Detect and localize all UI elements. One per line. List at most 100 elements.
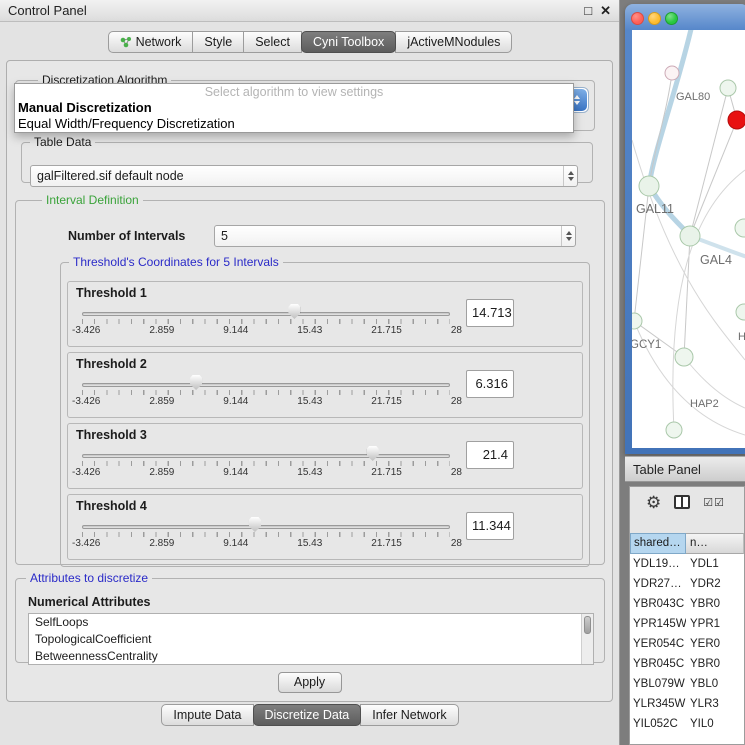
slider-thumb[interactable] [249, 517, 261, 532]
tab-select[interactable]: Select [243, 31, 302, 53]
threshold-value-box[interactable]: 11.344 [466, 512, 514, 540]
table-data-group: Table Data galFiltered.sif default node [21, 135, 593, 183]
table-cell: YLR345W [630, 694, 686, 714]
tab-label: Select [255, 32, 290, 52]
scale-tick-label: 15.43 [297, 538, 322, 549]
node-label: GAL80 [676, 91, 710, 103]
scale-tick-label: 28 [451, 538, 462, 549]
slider-thumb[interactable] [190, 375, 202, 390]
scale-tick-label: -3.426 [72, 396, 100, 407]
slider-ticks [82, 319, 450, 324]
tab-impute-data[interactable]: Impute Data [161, 704, 253, 726]
table-cell: YER0 [686, 634, 744, 654]
slider-ticks [82, 390, 450, 395]
network-view-window[interactable]: GAL80 GAL11 GAL4 GCY1 HAP2 H [625, 4, 745, 454]
table-toolbar: ⚙ ☑☑ [630, 487, 744, 517]
network-node[interactable] [632, 313, 642, 329]
table-cell: YLR3 [686, 694, 744, 714]
checkbox-icons[interactable]: ☑☑ [703, 496, 725, 509]
scale-tick-label: 2.859 [149, 325, 174, 336]
tab-style[interactable]: Style [192, 31, 244, 53]
table-row[interactable]: YLR345WYLR3 [630, 694, 744, 714]
tab-discretize-data[interactable]: Discretize Data [253, 704, 362, 726]
table-row[interactable]: YBL079WYBL0 [630, 674, 744, 694]
network-node[interactable] [666, 422, 682, 438]
slider-track [82, 312, 450, 316]
tab-label: Style [204, 32, 232, 52]
network-canvas[interactable]: GAL80 GAL11 GAL4 GCY1 HAP2 H [632, 30, 745, 448]
table-row[interactable]: YER054CYER0 [630, 634, 744, 654]
threshold-label: Threshold 1 [76, 286, 147, 300]
network-graph: GAL80 GAL11 GAL4 GCY1 HAP2 H [632, 30, 745, 448]
network-node[interactable] [735, 219, 745, 237]
scale-tick-label: 21.715 [371, 467, 402, 478]
network-node[interactable] [736, 304, 745, 320]
top-tab-bar: Network Style Select Cyni Toolbox jActiv… [0, 31, 620, 53]
gear-icon[interactable]: ⚙ [646, 494, 661, 511]
table-data-combobox[interactable]: galFiltered.sif default node [30, 165, 578, 187]
threshold-slider[interactable]: -3.4262.8599.14415.4321.71528 [82, 515, 450, 557]
slider-thumb[interactable] [367, 446, 379, 461]
slider-ticks [82, 461, 450, 466]
group-title: Attributes to discretize [26, 571, 152, 585]
tab-infer-network[interactable]: Infer Network [360, 704, 458, 726]
network-node[interactable] [720, 80, 736, 96]
table-row[interactable]: YDR27…YDR2 [630, 574, 744, 594]
threshold-value-box[interactable]: 6.316 [466, 370, 514, 398]
threshold-value-box[interactable]: 21.4 [466, 441, 514, 469]
column-header-name[interactable]: n… [686, 533, 744, 554]
threshold-block: Threshold 4-3.4262.8599.14415.4321.71528… [67, 494, 583, 560]
table-row[interactable]: YIL052CYIL0 [630, 714, 744, 734]
network-node[interactable] [680, 226, 700, 246]
threshold-block: Threshold 3-3.4262.8599.14415.4321.71528… [67, 423, 583, 489]
threshold-block: Threshold 2-3.4262.8599.14415.4321.71528… [67, 352, 583, 418]
network-node[interactable] [665, 66, 679, 80]
number-of-intervals-combobox[interactable]: 5 [214, 225, 576, 247]
table-row[interactable]: YBR043CYBR0 [630, 594, 744, 614]
network-node[interactable] [639, 176, 659, 196]
tab-network[interactable]: Network [108, 31, 194, 53]
table-row[interactable]: YBR045CYBR0 [630, 654, 744, 674]
node-label: HAP2 [690, 398, 719, 410]
scrollbar-thumb[interactable] [584, 616, 591, 634]
threshold-slider[interactable]: -3.4262.8599.14415.4321.71528 [82, 302, 450, 344]
slider-thumb[interactable] [288, 304, 300, 319]
list-scrollbar[interactable] [581, 614, 593, 664]
tab-label: Impute Data [173, 705, 241, 725]
table-panel-header: Table Panel [625, 456, 745, 482]
column-header-shared-name[interactable]: shared… [630, 533, 686, 554]
attribute-item[interactable]: SelfLoops [29, 614, 593, 631]
dropdown-option-manual-discretization[interactable]: Manual Discretization [15, 100, 573, 116]
threshold-slider[interactable]: -3.4262.8599.14415.4321.71528 [82, 373, 450, 415]
float-window-icon[interactable]: □ [584, 0, 592, 22]
table-row[interactable]: YDL19…YDL1 [630, 554, 744, 574]
network-node[interactable] [675, 348, 693, 366]
number-of-intervals-value: 5 [215, 229, 561, 243]
tab-jactivemnodules[interactable]: jActiveMNodules [395, 31, 512, 53]
zoom-traffic-light[interactable] [665, 12, 678, 25]
close-traffic-light[interactable] [631, 12, 644, 25]
apply-button[interactable]: Apply [278, 672, 342, 693]
group-title: Interval Definition [42, 193, 143, 207]
tab-cyni-toolbox[interactable]: Cyni Toolbox [301, 31, 396, 53]
close-icon[interactable]: ✕ [600, 0, 611, 22]
attribute-item[interactable]: TopologicalCoefficient [29, 631, 593, 648]
slider-track [82, 454, 450, 458]
scale-tick-label: 21.715 [371, 325, 402, 336]
network-icon [120, 36, 132, 48]
table-row[interactable]: YPR145WYPR1 [630, 614, 744, 634]
numerical-attributes-list[interactable]: SelfLoopsTopologicalCoefficientBetweenne… [28, 613, 594, 665]
threshold-value-box[interactable]: 14.713 [466, 299, 514, 327]
scale-tick-label: 28 [451, 467, 462, 478]
scale-tick-label: 9.144 [223, 467, 248, 478]
table-cell: YBL079W [630, 674, 686, 694]
algorithm-placeholder: Select algorithm to view settings [15, 85, 573, 100]
column-selector-icon[interactable] [674, 495, 690, 509]
dropdown-option-equal-width-frequency[interactable]: Equal Width/Frequency Discretization [15, 116, 573, 132]
numerical-attributes-label: Numerical Attributes [28, 595, 150, 609]
attribute-item[interactable]: BetweennessCentrality [29, 648, 593, 665]
network-edge [690, 88, 728, 236]
threshold-slider[interactable]: -3.4262.8599.14415.4321.71528 [82, 444, 450, 486]
selected-network-node[interactable] [728, 111, 745, 129]
minimize-traffic-light[interactable] [648, 12, 661, 25]
